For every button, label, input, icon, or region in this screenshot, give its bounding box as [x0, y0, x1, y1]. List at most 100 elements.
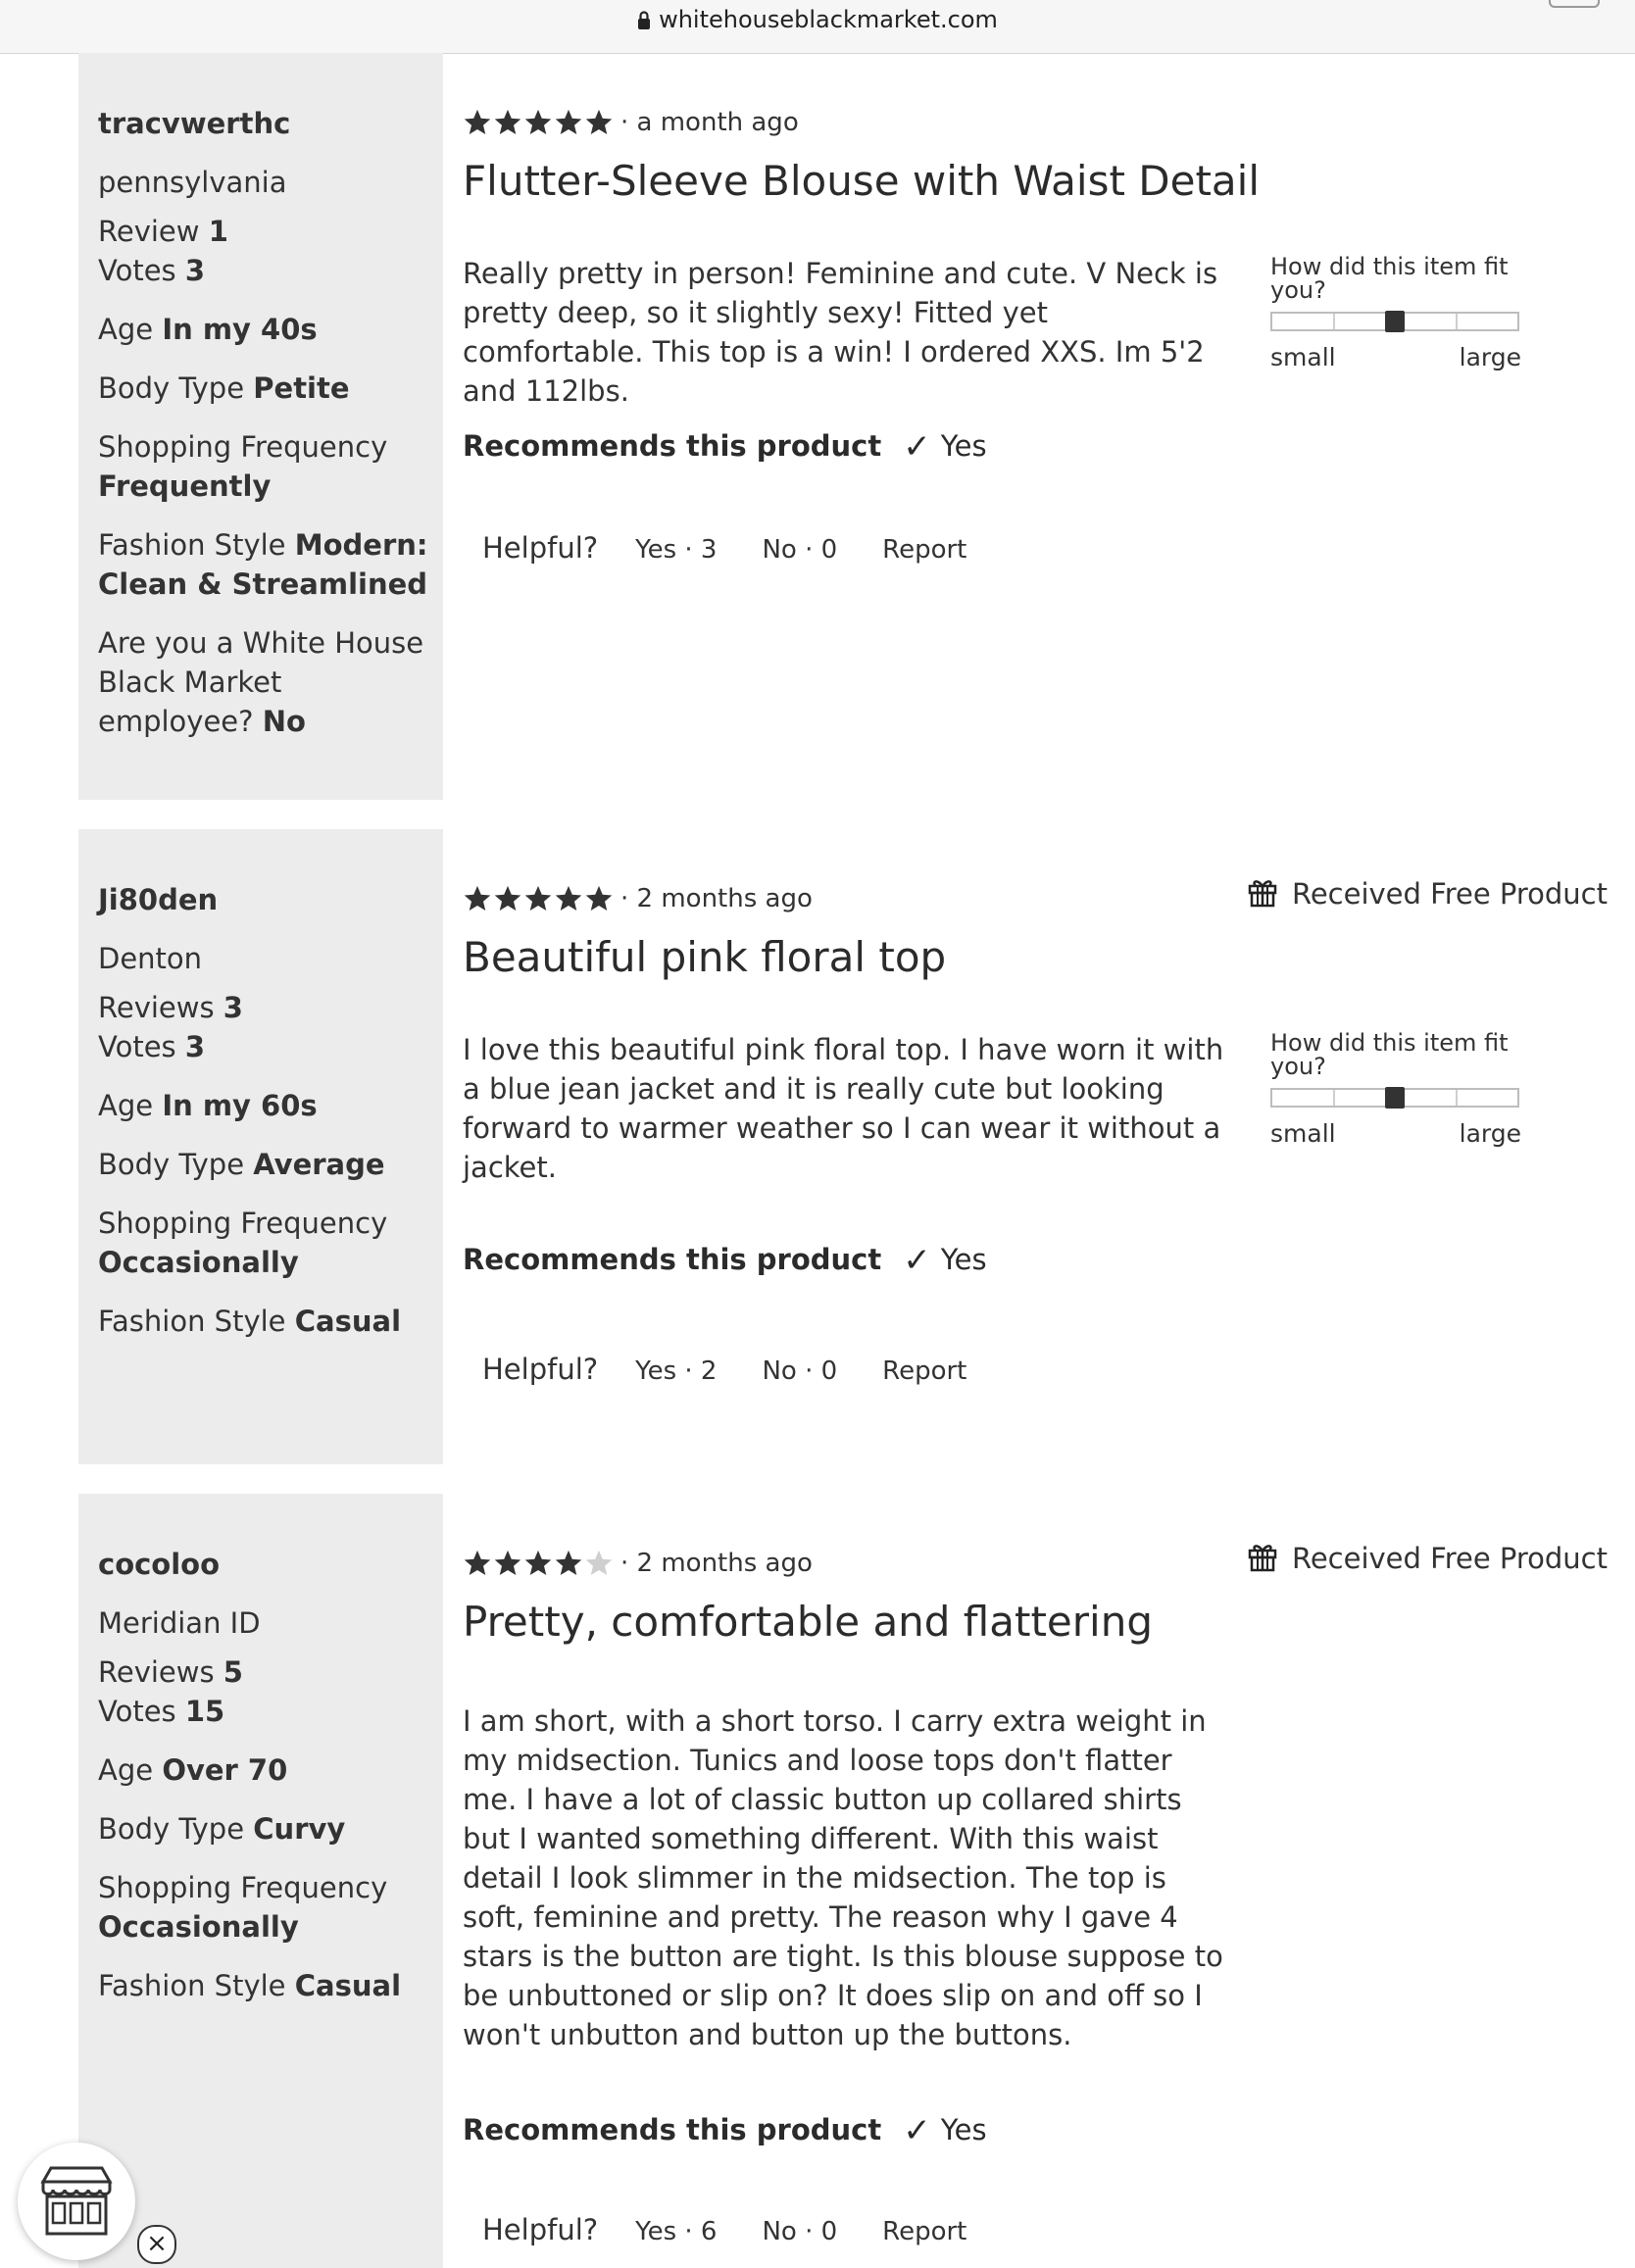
- store-finder-button[interactable]: [18, 2143, 135, 2260]
- reviewer-profile: tracvwerthc pennsylvania Review 1 Votes …: [78, 53, 443, 800]
- recommends: Recommends this product ✓ Yes: [463, 2111, 987, 2150]
- reviewer-username: Ji80den: [98, 883, 219, 916]
- recommends-label: Recommends this product: [463, 429, 882, 463]
- star-icon: [555, 1550, 582, 1575]
- free-product-badge: Received Free Product: [1247, 876, 1608, 911]
- reviewer-location: Denton: [98, 942, 203, 975]
- star-icon: [494, 885, 521, 911]
- fit-indicator: [1385, 311, 1405, 332]
- star-rating: · 2 months ago: [463, 1549, 813, 1584]
- recommends-value: Yes: [940, 2113, 987, 2146]
- review-date: · a month ago: [620, 108, 799, 137]
- helpful-no-button[interactable]: No · 0: [762, 2217, 837, 2246]
- review-card: cocoloo Meridian ID Reviews 5 Votes 15 A…: [78, 1494, 1608, 2268]
- star-icon: [585, 1550, 613, 1575]
- reviewer-location: Meridian ID: [98, 1606, 261, 1640]
- storefront-icon: [40, 2166, 113, 2236]
- fit-slider: [1270, 311, 1519, 332]
- review-text: I love this beautiful pink floral top. I…: [463, 1033, 1224, 1184]
- recommends-value: Yes: [940, 429, 987, 463]
- reviewer-review-count: Review 1: [98, 215, 228, 248]
- reviewer-profile: Ji80den Denton Reviews 3 Votes 3 Age In …: [78, 829, 443, 1464]
- helpful-votes: Helpful? Yes · 6 No · 0 Report: [482, 2213, 966, 2246]
- star-icon: [524, 885, 552, 911]
- star-icon: [464, 109, 491, 134]
- fit-slider: [1270, 1087, 1519, 1109]
- reviewer-fashion-style: Fashion Style Casual: [98, 1969, 402, 2002]
- star-icon: [524, 109, 552, 134]
- helpful-label: Helpful?: [482, 531, 599, 565]
- url-text: whitehouseblackmarket.com: [659, 6, 998, 33]
- checkmark-icon: ✓: [903, 427, 931, 467]
- fit-small-label: small: [1270, 1119, 1336, 1148]
- report-button[interactable]: Report: [882, 535, 966, 565]
- star-icon: [494, 109, 521, 134]
- star-icon: [585, 109, 613, 134]
- close-icon[interactable]: ×: [137, 2225, 176, 2264]
- fit-large-label: large: [1459, 343, 1521, 371]
- reviewer-age: Age Over 70: [98, 1753, 288, 1787]
- reviewer-shopping-frequency: Shopping Frequency Occasionally: [98, 1207, 388, 1279]
- review-title: Pretty, comfortable and flattering: [463, 1598, 1153, 1646]
- reviewer-age: Age In my 60s: [98, 1089, 318, 1122]
- fit-indicator: [1385, 1087, 1405, 1109]
- reviewer-votes: Votes 15: [98, 1695, 225, 1728]
- reviewer-review-count: Reviews 3: [98, 991, 243, 1024]
- reviewer-body-type: Body Type Curvy: [98, 1812, 346, 1846]
- helpful-votes: Helpful? Yes · 3 No · 0 Report: [482, 531, 966, 565]
- review-text: Really pretty in person! Feminine and cu…: [463, 257, 1218, 408]
- report-button[interactable]: Report: [882, 1356, 966, 1386]
- helpful-yes-button[interactable]: Yes · 3: [635, 535, 717, 565]
- lock-icon: [638, 11, 651, 29]
- reviewer-username: tracvwerthc: [98, 107, 291, 140]
- reviewer-shopping-frequency: Shopping Frequency Frequently: [98, 430, 388, 503]
- star-rating: · 2 months ago: [463, 884, 813, 919]
- star-icon: [464, 1550, 491, 1575]
- review-card: tracvwerthc pennsylvania Review 1 Votes …: [78, 53, 1608, 800]
- helpful-label: Helpful?: [482, 2213, 599, 2246]
- reviewer-age: Age In my 40s: [98, 313, 318, 346]
- helpful-yes-button[interactable]: Yes · 6: [635, 2217, 717, 2246]
- star-icon: [555, 109, 582, 134]
- reviewer-fashion-style: Fashion Style Modern: Clean & Streamlined: [98, 528, 428, 601]
- tabs-button[interactable]: [1549, 0, 1600, 8]
- reviewer-location: pennsylvania: [98, 166, 287, 199]
- fit-question: How did this item fit you?: [1270, 1029, 1509, 1080]
- star-icon: [524, 1550, 552, 1575]
- fit-question: How did this item fit you?: [1270, 253, 1509, 304]
- gift-icon: [1248, 1545, 1277, 1572]
- star-icon: [585, 885, 613, 911]
- fit-large-label: large: [1459, 1119, 1521, 1148]
- helpful-yes-button[interactable]: Yes · 2: [635, 1356, 717, 1386]
- report-button[interactable]: Report: [882, 2217, 966, 2246]
- back-navigation[interactable]: [39, 0, 255, 2]
- review-title: Flutter-Sleeve Blouse with Waist Detail: [463, 157, 1261, 205]
- free-product-badge: Received Free Product: [1247, 1541, 1608, 1575]
- reviewer-body-type: Body Type Petite: [98, 371, 350, 405]
- review-text: I am short, with a short torso. I carry …: [463, 1704, 1223, 2051]
- helpful-votes: Helpful? Yes · 2 No · 0 Report: [482, 1353, 966, 1386]
- browser-url-bar[interactable]: whitehouseblackmarket.com: [0, 0, 1635, 54]
- reviewer-employee: Are you a White House Black Market employe…: [98, 626, 424, 738]
- recommends-label: Recommends this product: [463, 2113, 882, 2146]
- review-title: Beautiful pink floral top: [463, 933, 947, 981]
- url-display[interactable]: whitehouseblackmarket.com: [0, 6, 1635, 33]
- checkmark-icon: ✓: [903, 2111, 931, 2150]
- fit-rating: How did this item fit you? small large: [1270, 1031, 1521, 1149]
- recommends: Recommends this product ✓ Yes: [463, 1241, 987, 1280]
- recommends-value: Yes: [940, 1243, 987, 1276]
- reviewer-fashion-style: Fashion Style Casual: [98, 1305, 402, 1338]
- recommends-label: Recommends this product: [463, 1243, 882, 1276]
- fit-small-label: small: [1270, 343, 1336, 371]
- free-product-label: Received Free Product: [1291, 877, 1608, 911]
- star-icon: [464, 885, 491, 911]
- reviewer-shopping-frequency: Shopping Frequency Occasionally: [98, 1871, 388, 1944]
- star-icon: [555, 885, 582, 911]
- review-card: Ji80den Denton Reviews 3 Votes 3 Age In …: [78, 829, 1608, 1464]
- reviewer-username: cocoloo: [98, 1548, 221, 1581]
- review-date: · 2 months ago: [620, 1549, 813, 1578]
- helpful-label: Helpful?: [482, 1353, 599, 1386]
- helpful-no-button[interactable]: No · 0: [762, 535, 837, 565]
- recommends: Recommends this product ✓ Yes: [463, 427, 987, 467]
- helpful-no-button[interactable]: No · 0: [762, 1356, 837, 1386]
